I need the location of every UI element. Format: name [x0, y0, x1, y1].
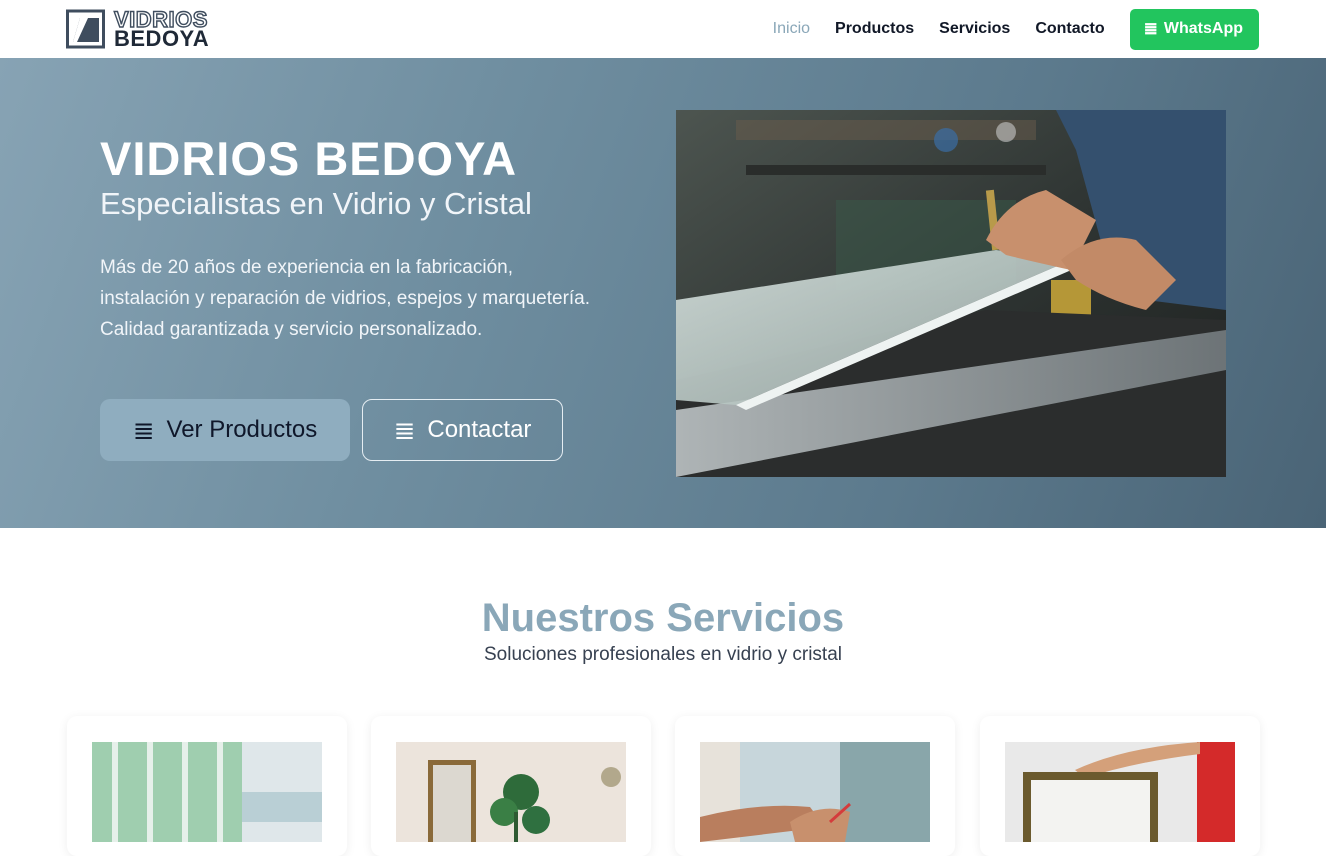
brand-line2: BEDOYA	[114, 26, 210, 51]
contactar-label: Contactar	[427, 416, 532, 443]
whatsapp-label: WhatsApp	[1163, 20, 1243, 37]
ver-productos-button[interactable]: ≣ Ver Productos	[100, 399, 350, 461]
hero-description: Más de 20 años de experiencia en la fabr…	[100, 257, 591, 340]
hero-image	[676, 110, 1226, 477]
service-image-repair	[700, 742, 930, 842]
service-card-2[interactable]	[371, 716, 651, 856]
hero-title: VIDRIOS BEDOYA	[100, 132, 518, 185]
service-card-4[interactable]	[980, 716, 1260, 856]
hero-subtitle: Especialistas en Vidrio y Cristal	[100, 186, 532, 221]
main-nav: Inicio Productos Servicios Contacto ≣ Wh…	[773, 8, 1259, 50]
whatsapp-icon: ≣	[1143, 19, 1158, 38]
service-card-1[interactable]	[67, 716, 347, 856]
nav-inicio[interactable]: Inicio	[773, 20, 810, 38]
ver-productos-label: Ver Productos	[166, 416, 318, 443]
service-image-glass-facade	[92, 742, 322, 842]
service-card-3[interactable]	[675, 716, 955, 856]
nav-contacto[interactable]: Contacto	[1035, 20, 1104, 38]
services-title: Nuestros Servicios	[481, 596, 845, 640]
brand-logo[interactable]: VIDRIOS BEDOYA	[66, 7, 209, 51]
logo-mark-icon	[66, 9, 106, 49]
hero-section: VIDRIOS BEDOYA Especialistas en Vidrio y…	[0, 58, 1326, 528]
contactar-button[interactable]: ≣ Contactar	[362, 399, 563, 461]
list-icon: ≣	[393, 414, 416, 445]
service-image-mirror	[396, 742, 626, 842]
whatsapp-button[interactable]: ≣ WhatsApp	[1129, 8, 1259, 50]
services-subtitle: Soluciones profesionales en vidrio y cri…	[483, 644, 842, 665]
site-header: VIDRIOS BEDOYA Inicio Productos Servicio…	[0, 0, 1326, 58]
nav-servicios[interactable]: Servicios	[939, 20, 1010, 38]
service-image-frame	[1005, 742, 1235, 842]
list-icon: ≣	[132, 414, 155, 445]
nav-productos[interactable]: Productos	[835, 20, 914, 38]
